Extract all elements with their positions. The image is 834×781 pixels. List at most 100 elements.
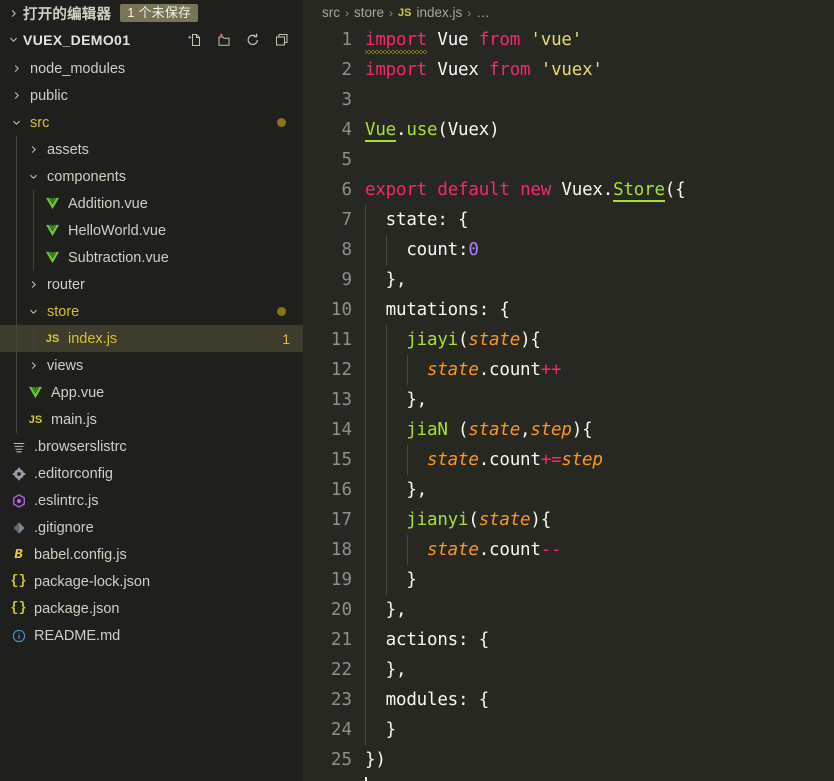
breadcrumb-item[interactable]: src (322, 5, 340, 20)
tree-folder-assets[interactable]: assets (0, 136, 303, 163)
collapse-all-icon[interactable] (273, 31, 290, 48)
indent-guide (16, 406, 17, 433)
tree-file-app-vue[interactable]: App.vue (0, 379, 303, 406)
line-number: 5 (341, 150, 352, 170)
tree-file-addition-vue[interactable]: Addition.vue (0, 190, 303, 217)
code-token: 'vuex' (540, 60, 603, 80)
code-line[interactable]: 7 state: { (303, 205, 834, 235)
tree-folder-src[interactable]: src (0, 109, 303, 136)
tree-item-label: public (30, 87, 68, 104)
unsaved-count-badge: 1 个未保存 (120, 3, 199, 23)
code-line[interactable]: 2 import Vuex from 'vuex' (303, 55, 834, 85)
vue-icon (42, 197, 63, 210)
problem-count-badge: 1 (282, 330, 290, 347)
tree-file--eslintrc-js[interactable]: .eslintrc.js (0, 487, 303, 514)
tree-file--gitignore[interactable]: .gitignore (0, 514, 303, 541)
line-number: 1 (341, 30, 352, 50)
code-token: import (365, 60, 428, 80)
code-line[interactable]: 13 }, (303, 385, 834, 415)
code-line[interactable]: 6 export default new Vuex.Store({ (303, 175, 834, 205)
code-token: from (478, 30, 521, 50)
line-number: 17 (330, 510, 352, 530)
code-line[interactable]: 20 }, (303, 595, 834, 625)
code-line[interactable]: 14 jiaN (state,step){ (303, 415, 834, 445)
code-token: 'vue' (530, 30, 583, 50)
tree-file-readme-md[interactable]: README.md (0, 622, 303, 649)
tree-file-helloworld-vue[interactable]: HelloWorld.vue (0, 217, 303, 244)
workspace-root-header[interactable]: VUEX_DEMO01 (0, 26, 303, 53)
code-line[interactable]: 12 state.count++ (303, 355, 834, 385)
tree-file--browserslistrc[interactable]: .browserslistrc (0, 433, 303, 460)
code-line[interactable]: 5 (303, 145, 834, 175)
code-token: state (427, 450, 479, 470)
tree-folder-router[interactable]: router (0, 271, 303, 298)
tree-folder-node-modules[interactable]: node_modules (0, 55, 303, 82)
indent-guide (16, 163, 17, 190)
code-line[interactable]: 4 Vue.use(Vuex) (303, 115, 834, 145)
code-token: ++ (540, 360, 562, 380)
code-text: export default new Vuex.Store({ (365, 180, 686, 202)
line-number: 12 (330, 360, 352, 380)
tree-item-label: views (47, 357, 84, 374)
code-line[interactable]: 19 } (303, 565, 834, 595)
code-line[interactable]: 11 jiayi(state){ (303, 325, 834, 355)
editor-pane: src › store › JS index.js › … 1 import Vue from … (303, 0, 834, 781)
code-token: } (365, 570, 417, 590)
tree-folder-views[interactable]: views (0, 352, 303, 379)
code-line[interactable]: 3 (303, 85, 834, 115)
breadcrumb-separator: › (345, 5, 349, 20)
code-line[interactable]: 8 count:0 (303, 235, 834, 265)
tree-file-package-lock-json[interactable]: {} package-lock.json (0, 568, 303, 595)
code-text: jiayi(state){ (365, 330, 541, 350)
code-token: state: { (365, 210, 469, 230)
code-content[interactable]: 1 import Vue from 'vue' 2 import Vuex from … (303, 25, 834, 781)
code-line[interactable]: 25}) (303, 745, 834, 775)
code-line[interactable]: 24 } (303, 715, 834, 745)
js-icon: JS (45, 332, 60, 345)
json-icon: {} (10, 574, 27, 589)
code-line[interactable]: 10 mutations: { (303, 295, 834, 325)
code-line[interactable]: 18 state.count-- (303, 535, 834, 565)
code-line[interactable]: 23 modules: { (303, 685, 834, 715)
tree-file-main-js[interactable]: JS main.js (0, 406, 303, 433)
list-icon (8, 440, 29, 454)
code-line[interactable]: 21 actions: { (303, 625, 834, 655)
code-line-cursor[interactable] (303, 775, 834, 781)
breadcrumb-item[interactable]: … (476, 5, 490, 20)
code-line[interactable]: 16 }, (303, 475, 834, 505)
new-file-icon[interactable] (186, 31, 203, 48)
indent-guide (33, 190, 34, 217)
tree-folder-components[interactable]: components (0, 163, 303, 190)
refresh-icon[interactable] (244, 31, 261, 48)
modified-indicator-dot (277, 307, 286, 316)
code-text: }, (365, 390, 427, 410)
tree-file-package-json[interactable]: {} package.json (0, 595, 303, 622)
tree-file-index-js[interactable]: JS index.js 1 (0, 325, 303, 352)
new-folder-icon[interactable] (215, 31, 232, 48)
code-text: jiaN (state,step){ (365, 420, 592, 440)
code-line[interactable]: 22 }, (303, 655, 834, 685)
code-text: mutations: { (365, 300, 510, 320)
code-token: export (365, 180, 428, 200)
code-line[interactable]: 17 jianyi(state){ (303, 505, 834, 535)
code-token: ( (468, 510, 479, 530)
breadcrumb-item[interactable]: store (354, 5, 384, 20)
open-editors-header[interactable]: 打开的编辑器 1 个未保存 (0, 0, 303, 26)
code-token: mutations: { (365, 300, 510, 320)
code-token: .count (478, 450, 541, 470)
code-token: } (365, 720, 397, 740)
breadcrumb-item[interactable]: index.js (416, 5, 462, 20)
tree-file--editorconfig[interactable]: .editorconfig (0, 460, 303, 487)
code-line[interactable]: 9 }, (303, 265, 834, 295)
tree-file-babel-config-js[interactable]: Bbabel.config.js (0, 541, 303, 568)
indent-guide (16, 190, 17, 217)
indent-guide (16, 298, 17, 325)
chevron-right-icon (4, 4, 22, 22)
code-line[interactable]: 1 import Vue from 'vue' (303, 25, 834, 55)
tree-folder-public[interactable]: public (0, 82, 303, 109)
tree-file-subtraction-vue[interactable]: Subtraction.vue (0, 244, 303, 271)
tree-folder-store[interactable]: store (0, 298, 303, 325)
tree-item-label: .editorconfig (34, 465, 113, 482)
code-line[interactable]: 15 state.count+=step (303, 445, 834, 475)
